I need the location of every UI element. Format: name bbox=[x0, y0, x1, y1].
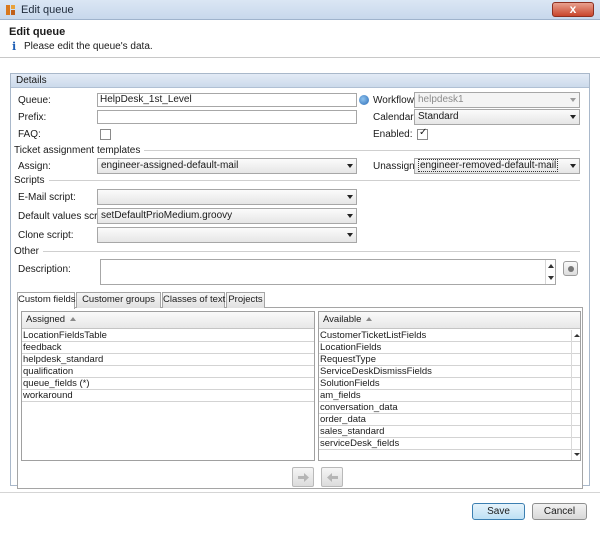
record-icon bbox=[568, 266, 574, 272]
chevron-down-icon bbox=[570, 115, 576, 119]
list-item[interactable]: ServiceDeskDismissFields bbox=[319, 366, 580, 378]
window-title: Edit queue bbox=[21, 4, 74, 16]
assigned-header-label: Assigned bbox=[26, 314, 66, 325]
list-item[interactable]: conversation_data bbox=[319, 402, 580, 414]
unassign-label: Unassign: bbox=[373, 161, 418, 172]
arrow-left-icon bbox=[327, 473, 338, 482]
dialog-header: Edit queue i Please edit the queue's dat… bbox=[0, 20, 600, 58]
prefix-label: Prefix: bbox=[18, 112, 47, 123]
assign-value: engineer-assigned-default-mail bbox=[101, 160, 239, 171]
arrow-right-icon bbox=[298, 473, 309, 482]
chevron-down-icon bbox=[570, 98, 576, 102]
clone-script-label: Clone script: bbox=[18, 230, 74, 241]
dialog-title: Edit queue bbox=[9, 26, 66, 38]
list-item[interactable]: RequestType bbox=[319, 354, 580, 366]
scroll-down-icon[interactable] bbox=[574, 453, 580, 456]
move-left-button[interactable] bbox=[321, 467, 343, 487]
app-icon bbox=[6, 5, 15, 15]
assign-select[interactable]: engineer-assigned-default-mail bbox=[97, 158, 357, 174]
footer-divider bbox=[0, 492, 600, 493]
globe-icon[interactable] bbox=[359, 95, 369, 105]
list-item[interactable]: workaround bbox=[22, 390, 314, 402]
list-item[interactable]: SolutionFields bbox=[319, 378, 580, 390]
chevron-down-icon bbox=[347, 214, 353, 218]
list-item[interactable]: helpdesk_standard bbox=[22, 354, 314, 366]
details-section-title: Details bbox=[16, 75, 47, 86]
other-section: Other bbox=[14, 246, 580, 257]
list-item[interactable]: queue_fields (*) bbox=[22, 378, 314, 390]
list-item[interactable]: am_fields bbox=[319, 390, 580, 402]
available-rows: CustomerTicketListFields LocationFields Re… bbox=[319, 330, 580, 450]
assigned-list[interactable]: Assigned LocationFieldsTable feedback help… bbox=[21, 311, 315, 461]
list-item[interactable]: CustomerTicketListFields bbox=[319, 330, 580, 342]
list-item[interactable]: feedback bbox=[22, 342, 314, 354]
chevron-down-icon bbox=[347, 233, 353, 237]
available-scrollbar[interactable] bbox=[571, 330, 580, 460]
calendar-select[interactable]: Standard bbox=[414, 109, 580, 125]
calendar-value: Standard bbox=[418, 111, 459, 122]
workflow-label: Workflow: bbox=[373, 95, 417, 106]
tab-projects[interactable]: Projects bbox=[226, 292, 265, 308]
sort-asc-icon bbox=[366, 317, 373, 321]
queue-label: Queue: bbox=[18, 95, 51, 106]
calendar-label: Calendar: bbox=[373, 112, 417, 123]
enabled-checkbox[interactable] bbox=[417, 127, 428, 140]
scripts-title: Scripts bbox=[14, 175, 49, 186]
assigned-list-header[interactable]: Assigned bbox=[22, 312, 314, 329]
description-label: Description: bbox=[18, 264, 71, 275]
list-item[interactable]: sales_standard bbox=[319, 426, 580, 438]
default-values-script-value: setDefaultPrioMedium.groovy bbox=[101, 210, 233, 221]
description-scrollbar[interactable] bbox=[545, 260, 555, 284]
ticket-templates-section: Ticket assignment templates bbox=[14, 145, 580, 156]
list-item[interactable]: LocationFieldsTable bbox=[22, 330, 314, 342]
ticket-templates-title: Ticket assignment templates bbox=[14, 145, 145, 156]
cancel-button[interactable]: Cancel bbox=[532, 503, 587, 520]
tab-custom-fields[interactable]: Custom fields bbox=[17, 292, 76, 309]
tab-classes-of-text[interactable]: Classes of text bbox=[162, 292, 225, 308]
move-right-button[interactable] bbox=[292, 467, 314, 487]
chevron-down-icon bbox=[347, 164, 353, 168]
window-titlebar: Edit queue x bbox=[0, 0, 600, 20]
clone-script-select[interactable] bbox=[97, 227, 357, 243]
available-list[interactable]: Available CustomerTicketListFields Locati… bbox=[318, 311, 581, 461]
email-script-select[interactable] bbox=[97, 189, 357, 205]
default-values-script-select[interactable]: setDefaultPrioMedium.groovy bbox=[97, 208, 357, 224]
assign-label: Assign: bbox=[18, 161, 51, 172]
list-item[interactable]: LocationFields bbox=[319, 342, 580, 354]
available-header-label: Available bbox=[323, 314, 362, 325]
workflow-value: helpdesk1 bbox=[418, 94, 464, 105]
details-section-header: Details bbox=[11, 74, 589, 88]
sort-asc-icon bbox=[70, 317, 77, 321]
faq-label: FAQ: bbox=[18, 129, 41, 140]
scroll-up-icon[interactable] bbox=[574, 334, 580, 337]
tab-customer-groups[interactable]: Customer groups bbox=[76, 292, 161, 308]
scroll-down-icon[interactable] bbox=[548, 276, 554, 280]
assigned-rows: LocationFieldsTable feedback helpdesk_stan… bbox=[22, 330, 314, 402]
list-item[interactable]: qualification bbox=[22, 366, 314, 378]
record-button[interactable] bbox=[563, 261, 578, 276]
other-title: Other bbox=[14, 246, 44, 257]
save-button[interactable]: Save bbox=[472, 503, 525, 520]
workflow-select: helpdesk1 bbox=[414, 92, 580, 108]
list-item[interactable]: order_data bbox=[319, 414, 580, 426]
available-list-header[interactable]: Available bbox=[319, 312, 580, 329]
queue-input[interactable]: HelpDesk_1st_Level bbox=[97, 93, 357, 107]
faq-checkbox[interactable] bbox=[100, 129, 111, 140]
unassign-value: engineer-removed-default-mail bbox=[418, 159, 559, 172]
prefix-input[interactable] bbox=[97, 110, 357, 124]
chevron-down-icon bbox=[570, 164, 576, 168]
enabled-label: Enabled: bbox=[373, 129, 413, 140]
unassign-select[interactable]: engineer-removed-default-mail bbox=[414, 158, 580, 174]
email-script-label: E-Mail script: bbox=[18, 192, 76, 203]
list-item[interactable]: serviceDesk_fields bbox=[319, 438, 580, 450]
chevron-down-icon bbox=[347, 195, 353, 199]
scroll-up-icon[interactable] bbox=[548, 264, 554, 268]
description-textarea[interactable] bbox=[100, 259, 556, 285]
close-button[interactable]: x bbox=[552, 2, 594, 17]
info-icon: i bbox=[12, 40, 17, 53]
dialog-subtitle: Please edit the queue's data. bbox=[24, 41, 153, 52]
scripts-section: Scripts bbox=[14, 175, 580, 186]
